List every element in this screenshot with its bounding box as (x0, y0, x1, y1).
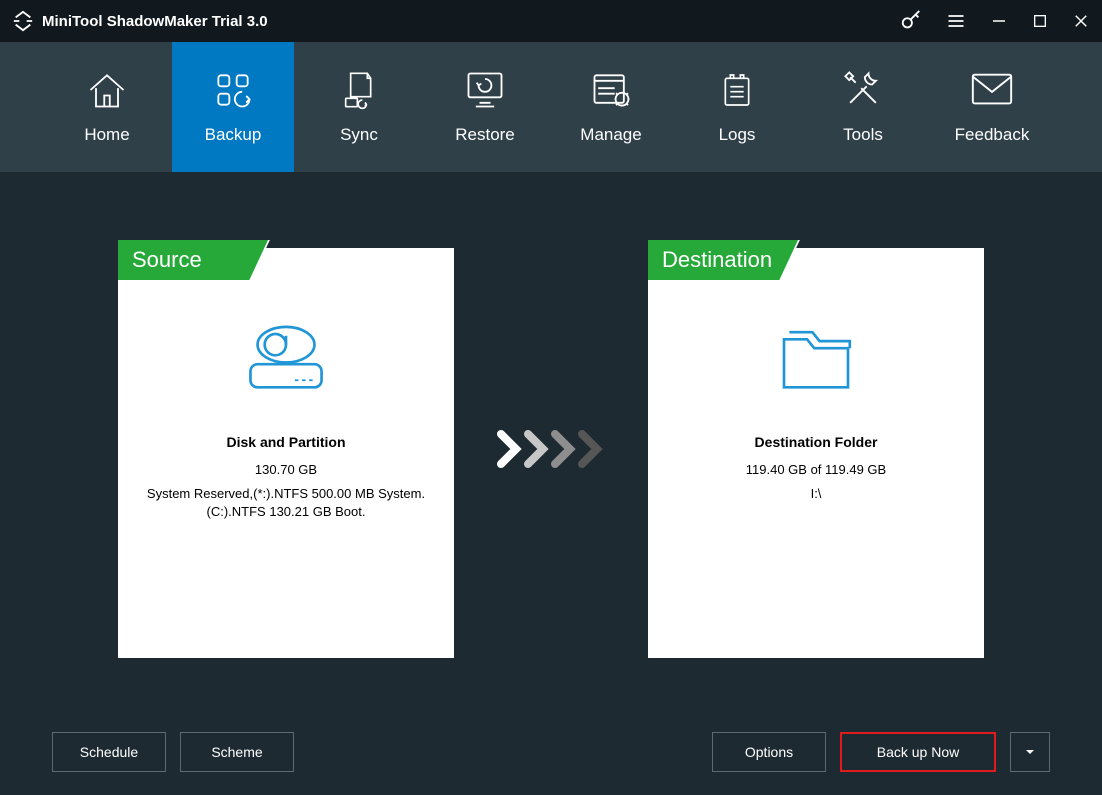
title-bar: MiniTool ShadowMaker Trial 3.0 (0, 0, 1102, 42)
tab-home[interactable]: Home (46, 42, 168, 172)
tab-feedback[interactable]: Feedback (928, 42, 1056, 172)
destination-title: Destination Folder (662, 434, 970, 450)
app-logo: MiniTool ShadowMaker Trial 3.0 (12, 10, 268, 32)
tab-backup[interactable]: Backup (172, 42, 294, 172)
maximize-icon[interactable] (1032, 13, 1048, 29)
feedback-icon (969, 69, 1015, 111)
source-detail-1: System Reserved,(*:).NTFS 500.00 MB Syst… (132, 485, 440, 503)
schedule-button[interactable]: Schedule (52, 732, 166, 772)
transfer-arrows-icon (454, 240, 648, 658)
tab-logs[interactable]: Logs (676, 42, 798, 172)
tab-manage[interactable]: Manage (550, 42, 672, 172)
source-size: 130.70 GB (132, 462, 440, 477)
source-title: Disk and Partition (132, 434, 440, 450)
folder-icon (662, 318, 970, 398)
main-tabs: Home Backup Sync Restore Manage Logs T (0, 42, 1102, 172)
tools-icon (841, 69, 885, 111)
restore-icon (461, 69, 509, 111)
main-area: Source Disk and Partition 130.70 GB Syst… (0, 172, 1102, 708)
minimize-icon[interactable] (990, 12, 1008, 30)
source-header-label: Source (132, 240, 202, 280)
tab-label: Restore (455, 125, 515, 145)
backup-now-button[interactable]: Back up Now (840, 732, 996, 772)
tab-label: Sync (340, 125, 378, 145)
manage-icon (589, 69, 633, 111)
tab-label: Feedback (955, 125, 1030, 145)
options-button[interactable]: Options (712, 732, 826, 772)
menu-icon[interactable] (946, 11, 966, 31)
tab-label: Home (84, 125, 129, 145)
tab-label: Backup (205, 125, 262, 145)
logo-icon (12, 10, 34, 32)
app-title: MiniTool ShadowMaker Trial 3.0 (42, 13, 268, 30)
source-detail-2: (C:).NTFS 130.21 GB Boot. (132, 503, 440, 521)
disk-icon (132, 318, 440, 398)
caret-down-icon (1024, 746, 1036, 758)
backup-icon (211, 69, 255, 111)
source-card[interactable]: Source Disk and Partition 130.70 GB Syst… (118, 240, 454, 658)
tab-label: Manage (580, 125, 641, 145)
backup-now-dropdown[interactable] (1010, 732, 1050, 772)
tab-sync[interactable]: Sync (298, 42, 420, 172)
destination-header: Destination (648, 240, 984, 280)
tab-tools[interactable]: Tools (802, 42, 924, 172)
tab-restore[interactable]: Restore (424, 42, 546, 172)
bottom-bar: Schedule Scheme Options Back up Now (0, 708, 1102, 795)
source-header: Source (118, 240, 454, 280)
tab-label: Tools (843, 125, 883, 145)
logs-icon (717, 69, 757, 111)
destination-path: I:\ (662, 485, 970, 503)
tab-label: Logs (719, 125, 756, 145)
destination-header-label: Destination (662, 240, 772, 280)
key-icon[interactable] (900, 10, 922, 32)
sync-icon (339, 69, 379, 111)
home-icon (85, 69, 129, 111)
destination-size: 119.40 GB of 119.49 GB (662, 462, 970, 477)
window-controls (900, 10, 1090, 32)
destination-card[interactable]: Destination Destination Folder 119.40 GB… (648, 240, 984, 658)
close-icon[interactable] (1072, 12, 1090, 30)
scheme-button[interactable]: Scheme (180, 732, 294, 772)
